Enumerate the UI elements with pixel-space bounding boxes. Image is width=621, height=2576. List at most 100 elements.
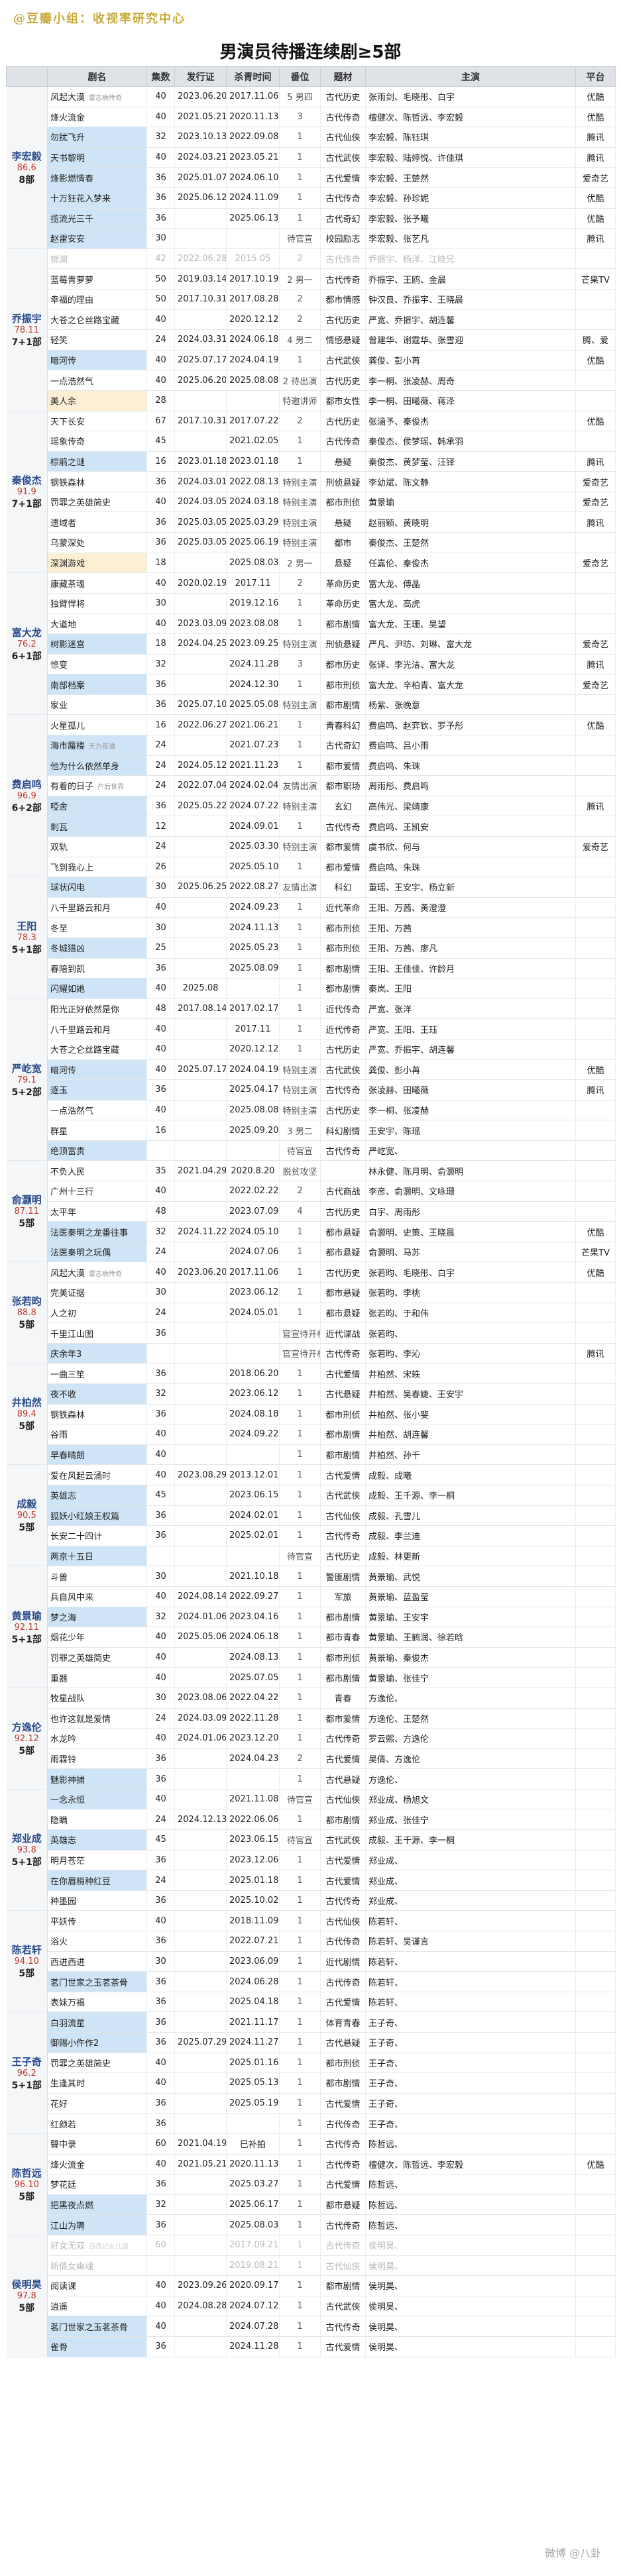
drama-name: 罚罪之英雄简史 [50, 2059, 111, 2069]
genre-cell: 都市 [320, 532, 366, 553]
cast-cell: 陈若轩、 [365, 1951, 576, 1972]
wrap-date-cell: 2025.05.10 [226, 857, 280, 878]
drama-name: 风起大漠 [50, 93, 85, 103]
wrap-date-cell [226, 1322, 280, 1344]
table-row: 一点浩然气 40 2025.06.20 2025.08.08 2 待出演 古代历史 李一桐、… [7, 370, 616, 391]
drama-name: 八千里路云和月 [50, 904, 111, 914]
cast-cell: 井柏然、胡连馨 [365, 1424, 576, 1445]
cast-cell: 富大龙、辛柏青、富大龙 [365, 674, 576, 695]
table-row: 花好 36 2025.05.19 1 古代爱情 王子奇、 [7, 2093, 616, 2114]
table-row: 兵自风中来 40 2024.08.14 2022.09.27 1 军旅 黄景瑜、蓝盈莹 [7, 1586, 616, 1607]
cast-cell: 张若昀、李沁 [365, 1343, 576, 1364]
episodes-cell: 40 [146, 978, 175, 999]
platform-cell [575, 1829, 616, 1851]
platform-cell: 优酷 [575, 107, 616, 128]
wrap-date-cell: 2024.02.01 [226, 1505, 280, 1527]
genre-cell: 古代传奇 [320, 248, 366, 270]
genre-cell: 近代传奇 [320, 1018, 366, 1040]
billing-cell: 1 [279, 1566, 321, 1587]
billing-cell: 2 [279, 572, 321, 594]
billing-cell: 1 [279, 350, 321, 371]
episodes-cell [146, 1546, 175, 1567]
table-row: 家业 36 2025.07.10 2025.05.08 特别主演 都市剧情 杨紫、张晚意 [7, 694, 616, 716]
billing-cell: 脱贫攻坚 [279, 1160, 321, 1182]
drama-name-cell: 逍遥 [47, 2296, 147, 2317]
wrap-date-cell: 2020.12.12 [226, 309, 280, 331]
wrap-date-cell: 2024.04.19 [226, 350, 280, 371]
drama-name: 暗河传 [50, 356, 77, 367]
genre-cell: 都市刑侦 [320, 492, 366, 513]
table-row: 罚罪之英雄简史 40 2025.01.16 1 都市刑侦 王子奇、 [7, 2053, 616, 2074]
drama-name-cell: 新倩女幽魂 [47, 2255, 147, 2277]
license-cell: 2024.08.14 [174, 1586, 227, 1607]
drama-name-cell: 暗河传 [47, 1059, 147, 1081]
cast-cell: 李宏毅、张艺凡 [365, 228, 576, 249]
cast-cell: 张若昀、 [365, 1322, 576, 1344]
cast-cell: 张译、李光洁、富大龙 [365, 654, 576, 675]
table-row: 长安二十四计 36 2025.02.01 1 古代传奇 成毅、李兰迪 [7, 1525, 616, 1546]
drama-name: 烽影燃情春 [50, 174, 94, 184]
license-cell: 2024.01.06 [174, 1728, 227, 1749]
genre-cell: 古代奇幻 [320, 735, 366, 756]
drama-name-cell: 在你眉梢种红豆 [47, 1870, 147, 1891]
cast-cell: 秦岚、王阳 [365, 978, 576, 999]
genre-cell: 都市刑侦 [320, 674, 366, 695]
genre-cell: 革命历史 [320, 572, 366, 594]
actor-count: 5部 [19, 1968, 35, 1980]
genre-cell: 古代传奇 [320, 2316, 366, 2337]
episodes-cell: 36 [146, 1363, 175, 1384]
drama-name: 遗域者 [50, 518, 77, 529]
table-row: 茗门世家之玉茗茶骨 36 2024.06.28 1 古代传奇 陈若轩、 [7, 1971, 616, 1992]
actor-score: 96.2 [17, 2068, 36, 2078]
billing-cell: 1 [279, 1728, 321, 1749]
cast-cell: 方逸伦、 [365, 1768, 576, 1790]
drama-name-cell: 爱在风起云涌时 [47, 1464, 147, 1485]
platform-cell [575, 1870, 616, 1891]
drama-name-cell: 飞到我心上 [47, 857, 147, 878]
table-row: 广州十三行 40 2022.02.22 2 古代商战 李彦、俞灏明、文咏珊 [7, 1181, 616, 1202]
cast-cell: 成毅、成曦 [365, 1464, 576, 1485]
episodes-cell: 40 [146, 572, 175, 594]
actor-count: 5+1部 [11, 1634, 42, 1645]
table-row: 种墨园 36 2025.10.02 1 古代传奇 郑业成、 [7, 1890, 616, 1911]
billing-cell: 1 [279, 998, 321, 1020]
table-row: 春陪到凯 36 2025.08.09 1 都市剧情 王阳、王佳佳、许龄月 [7, 958, 616, 979]
cast-cell: 成毅、林更新 [365, 1546, 576, 1567]
platform-cell [575, 1181, 616, 1202]
drama-name-cell: 烽火流金 [47, 107, 147, 128]
actor-name: 黄景瑜 [11, 1609, 42, 1622]
drama-name-cell: 英雄志 [47, 1485, 147, 1506]
license-cell [174, 1951, 227, 1972]
table-row: 棕鹃之谜 16 2023.01.18 2023.01.18 1 悬疑 秦俊杰、黄梦莹、汪铎腾… [7, 451, 616, 472]
episodes-cell: 40 [146, 1039, 175, 1060]
drama-name: 西进西进 [50, 1957, 85, 1968]
cast-cell: 侯明昊、 [365, 2336, 576, 2357]
wrap-date-cell: 2022.06.06 [226, 1809, 280, 1831]
table-row: 早春晴朗 40 1 都市剧情 井柏然、孙千 [7, 1444, 616, 1466]
drama-name-cell: 茗门世家之玉茗茶骨 [47, 2316, 147, 2337]
drama-name: 好女无双 [50, 2241, 85, 2252]
actor-count: 5部 [19, 1421, 35, 1432]
platform-cell: 腾讯 [575, 1343, 616, 1364]
genre-cell: 情感悬疑 [320, 329, 366, 350]
actor-cell: 陈若轩 94.10 5部 [6, 1910, 48, 2013]
drama-name: 把黑夜点燃 [50, 2201, 94, 2212]
license-cell [174, 1931, 227, 1952]
drama-name-cell: 生逢其时 [47, 2072, 147, 2094]
billing-cell: 1 [279, 167, 321, 188]
license-cell: 2025.05.06 [174, 1627, 227, 1648]
drama-name-cell: 揽流光三千 [47, 208, 147, 229]
genre-cell: 古代历史 [320, 411, 366, 432]
cast-cell: 成毅、孔雪儿 [365, 1505, 576, 1527]
drama-name: 英雄志 [50, 1836, 77, 1847]
drama-name: 梦花廷 [50, 2180, 77, 2191]
license-cell [174, 958, 227, 979]
drama-name: 法医秦明之龙番往事 [50, 1228, 129, 1238]
wrap-date-cell: 2024.06.10 [226, 167, 280, 188]
wrap-date-cell: 2022.04.22 [226, 1688, 280, 1709]
episodes-cell: 28 [146, 390, 175, 411]
genre-cell: 古代爱情 [320, 1748, 366, 1770]
table-row: 深渊游戏 18 2025.08.03 2 男一 悬疑 任嘉伦、秦俊杰 爱奇艺 [7, 553, 616, 574]
license-cell [174, 1444, 227, 1466]
cast-cell: 林永健、陈月明、俞灏明 [365, 1160, 576, 1182]
